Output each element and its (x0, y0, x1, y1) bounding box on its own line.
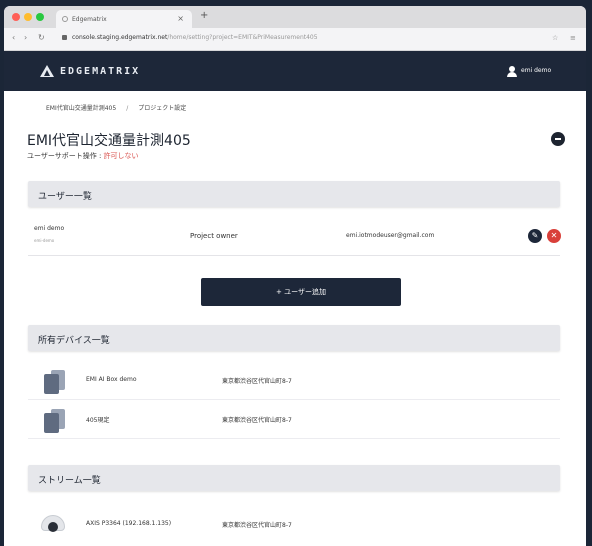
menu-icon[interactable]: ≡ (570, 34, 576, 42)
devices-section-header: 所有デバイス一覧 (28, 325, 560, 351)
user-id: emi-demo (34, 238, 55, 243)
address-bar: ‹ › ↻ console.staging.edgematrix.net/hom… (4, 28, 586, 51)
forward-icon[interactable]: › (24, 33, 27, 42)
browser-window: Edgematrix × + ‹ › ↻ console.staging.edg… (4, 6, 586, 546)
list-item[interactable]: AXIS P3364 (192.168.1.135) 東京都渋谷区代官山町8-7 (28, 506, 560, 544)
delete-user-button[interactable]: ✕ (547, 229, 561, 243)
device-address: 東京都渋谷区代官山町8-7 (222, 417, 292, 424)
edgematrix-logo-icon (40, 65, 54, 77)
support-label: ユーザーサポート操作 : (27, 152, 104, 160)
users-section-header: ユーザー一覧 (28, 181, 560, 207)
dome-camera-icon (40, 512, 66, 538)
device-name: EMI AI Box demo (86, 376, 137, 383)
app-header: EDGEMATRIX emi demo (4, 51, 586, 91)
close-window-icon[interactable] (12, 13, 20, 21)
close-icon: ✕ (550, 231, 558, 240)
breadcrumb-current: プロジェクト設定 (138, 105, 187, 112)
user-email: emi.iotmodeuser@gmail.com (346, 232, 435, 239)
breadcrumb: EMI代官山交通量計測405 / プロジェクト設定 (46, 103, 186, 112)
device-box-icon (44, 370, 66, 394)
user-name: emi demo (34, 225, 65, 232)
browser-tab[interactable]: Edgematrix × (56, 10, 192, 28)
new-tab-icon[interactable]: + (200, 10, 208, 21)
logo-text: EDGEMATRIX (60, 66, 141, 77)
users-section-title: ユーザー一覧 (38, 192, 92, 202)
add-user-button[interactable]: + ユーザー追加 (201, 278, 401, 306)
minimize-window-icon[interactable] (24, 13, 32, 21)
list-item[interactable]: 405現定 東京都渋谷区代官山町8-7 (28, 400, 560, 439)
pencil-icon: ✎ (531, 231, 539, 240)
stream-name: AXIS P3364 (192.168.1.135) (86, 520, 172, 527)
devices-section-title: 所有デバイス一覧 (38, 336, 110, 346)
user-role: Project owner (190, 232, 238, 240)
list-item[interactable]: EMI AI Box demo 東京都渋谷区代官山町8-7 (28, 361, 560, 400)
user-support-status: ユーザーサポート操作 : 許可しない (27, 151, 139, 161)
user-icon[interactable] (507, 66, 517, 77)
breadcrumb-project-link[interactable]: EMI代官山交通量計測405 (46, 105, 116, 112)
tab-title: Edgematrix (72, 16, 107, 23)
edit-user-button[interactable]: ✎ (528, 229, 542, 243)
tab-close-icon[interactable]: × (177, 14, 184, 23)
url-field[interactable]: console.staging.edgematrix.net/home/sett… (62, 34, 318, 41)
url-path: /home/setting?project=EMIT&PriMeasuremen… (167, 34, 318, 41)
back-icon[interactable]: ‹ (12, 33, 15, 42)
support-value: 許可しない (103, 152, 139, 160)
lock-icon (62, 35, 67, 40)
maximize-window-icon[interactable] (36, 13, 44, 21)
bookmark-icon[interactable]: ☆ (552, 34, 558, 42)
favicon-icon (62, 16, 68, 22)
breadcrumb-separator: / (126, 105, 129, 112)
streams-section-header: ストリーム一覧 (28, 465, 560, 491)
stream-address: 東京都渋谷区代官山町8-7 (222, 522, 292, 529)
browser-tab-bar: Edgematrix × + (4, 6, 586, 28)
streams-section-title: ストリーム一覧 (38, 476, 101, 486)
collapse-button[interactable] (551, 132, 565, 146)
page-title: EMI代官山交通量計測405 (27, 133, 191, 149)
reload-icon[interactable]: ↻ (38, 33, 45, 42)
table-row: emi demo emi-demo Project owner emi.iotm… (28, 219, 561, 256)
device-name: 405現定 (86, 417, 110, 424)
main-content: EMI代官山交通量計測405 / プロジェクト設定 EMI代官山交通量計測405 ユ… (4, 91, 586, 546)
user-menu[interactable]: emi demo (521, 67, 551, 74)
device-address: 東京都渋谷区代官山町8-7 (222, 378, 292, 385)
url-host: console.staging.edgematrix.net (72, 34, 168, 41)
device-box-icon (44, 409, 66, 433)
